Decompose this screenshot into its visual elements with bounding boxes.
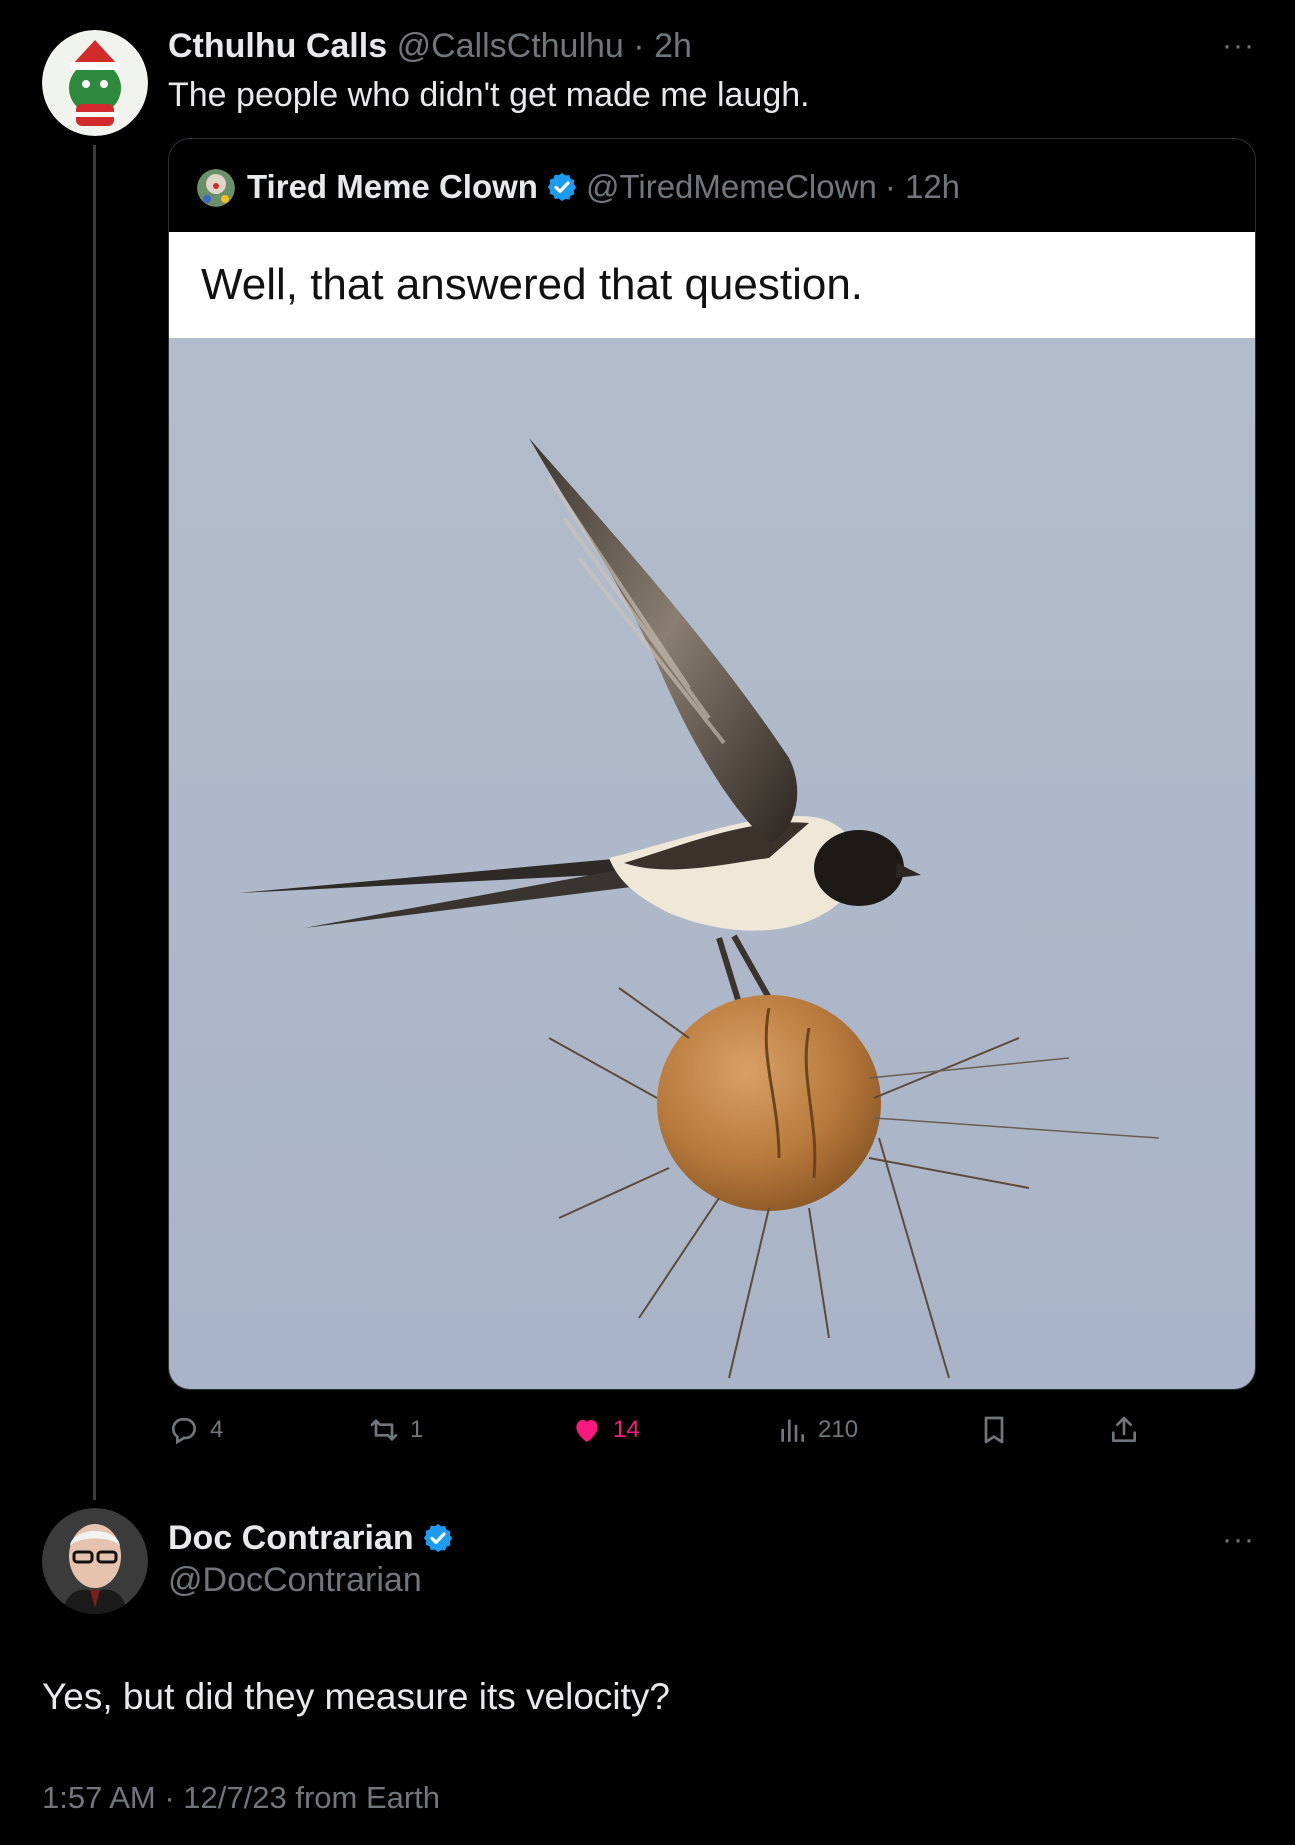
verified-badge-icon: [423, 1524, 452, 1552]
retweet-button[interactable]: 1: [368, 1400, 423, 1460]
like-count: 14: [613, 1416, 640, 1443]
quoted-time[interactable]: · 12h: [885, 165, 960, 209]
views-button[interactable]: 210: [776, 1400, 858, 1460]
reply-name-row: Doc Contrarian: [168, 1516, 454, 1560]
quoted-tweet-card[interactable]: Tired Meme Clown @TiredMemeClown · 12h W…: [168, 138, 1256, 1390]
like-button[interactable]: 14: [571, 1400, 640, 1460]
reply-more-button[interactable]: ···: [1222, 1525, 1255, 1555]
swallow-coconut-photo[interactable]: [169, 338, 1255, 1389]
verified-badge-icon: [547, 173, 577, 201]
bookmark-button[interactable]: [978, 1400, 1020, 1460]
bookmark-icon: [984, 1416, 1004, 1444]
main-time[interactable]: · 2h: [633, 27, 692, 65]
main-handle[interactable]: @CallsCthulhu: [397, 27, 624, 65]
meme-caption: Well, that answered that question.: [169, 232, 1255, 338]
reply-display-name[interactable]: Doc Contrarian: [168, 1516, 414, 1560]
tweet-action-bar: 4 1 14 210: [168, 1400, 1254, 1460]
quoted-avatar[interactable]: [197, 169, 235, 207]
avatar-cthulhu-calls[interactable]: [42, 30, 148, 136]
reply-button[interactable]: 4: [168, 1400, 223, 1460]
main-tweet-header: Cthulhu Calls @CallsCthulhu · 2h: [168, 24, 692, 68]
heart-filled-icon: [576, 1420, 598, 1442]
avatar-doc-contrarian[interactable]: [42, 1508, 148, 1614]
views-count: 210: [818, 1416, 859, 1443]
views-chart-icon: [781, 1419, 804, 1442]
quoted-display-name[interactable]: Tired Meme Clown: [247, 165, 538, 209]
quoted-tweet-header: Tired Meme Clown @TiredMemeClown · 12h: [169, 139, 1255, 232]
quoted-media[interactable]: Well, that answered that question.: [169, 232, 1255, 1389]
reply-handle[interactable]: @DocContrarian: [168, 1558, 422, 1602]
main-more-button[interactable]: ···: [1222, 31, 1255, 61]
reply-tweet-text: Yes, but did they measure its velocity?: [42, 1676, 670, 1717]
thread-line: [93, 145, 96, 1500]
quoted-handle[interactable]: @TiredMemeClown: [586, 165, 877, 209]
reply-timestamp[interactable]: 1:57 AM · 12/7/23 from Earth: [42, 1776, 440, 1820]
share-button[interactable]: [1108, 1400, 1150, 1460]
main-display-name[interactable]: Cthulhu Calls: [168, 27, 387, 65]
reply-count: 4: [210, 1416, 224, 1443]
retweet-icon: [370, 1419, 398, 1441]
reply-icon: [172, 1418, 196, 1445]
retweet-count: 1: [410, 1416, 424, 1443]
main-tweet-text: The people who didn't get made me laugh.: [168, 76, 810, 114]
share-icon: [1112, 1416, 1136, 1442]
